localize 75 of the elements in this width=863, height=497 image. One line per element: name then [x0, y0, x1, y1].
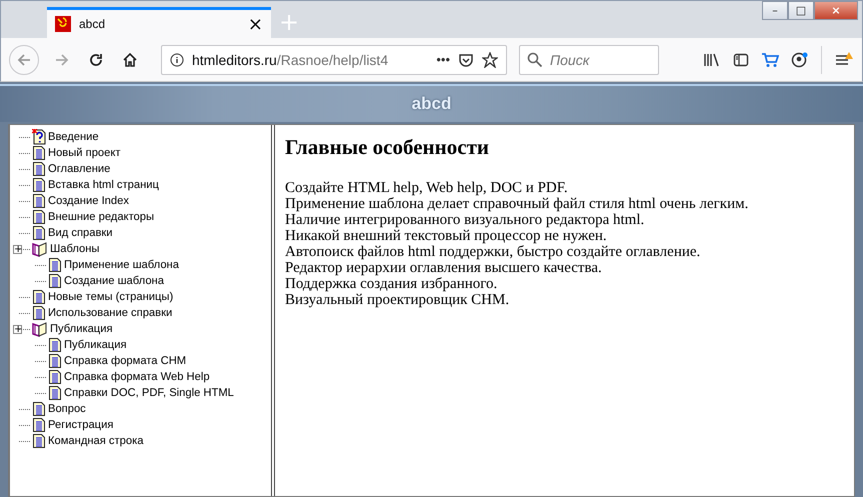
banner-title: abcd	[412, 94, 452, 114]
page-icon	[32, 401, 46, 417]
page-icon	[48, 353, 62, 369]
toc-item[interactable]: Публикация	[50, 323, 113, 335]
toc-item[interactable]: Внешние редакторы	[48, 211, 154, 223]
page-icon	[48, 337, 62, 353]
toc-item[interactable]: Регистрация	[48, 419, 114, 431]
url-text: htmleditors.ru/Rasnoe/help/list4	[192, 52, 390, 68]
feature-line: Визуальный проектировщик CHM.	[285, 292, 510, 308]
toc-item[interactable]: Шаблоны	[50, 243, 100, 255]
page-icon	[48, 385, 62, 401]
feature-line: Редактор иерархии оглавления высшего качества.	[285, 260, 603, 276]
account-icon[interactable]	[791, 52, 809, 68]
search-icon	[527, 52, 543, 68]
sidebar-icon[interactable]	[733, 52, 749, 68]
toc-item[interactable]: Использование справки	[48, 307, 172, 319]
toc-item[interactable]: Справка формата Web Help	[64, 371, 210, 383]
page-actions-button[interactable]: •••	[436, 52, 450, 67]
toc-item[interactable]: Введение	[48, 131, 99, 143]
page-icon	[32, 289, 46, 305]
page-icon	[48, 369, 62, 385]
expand-toggle[interactable]: +	[13, 244, 22, 254]
toc-item[interactable]: Публикация	[64, 339, 127, 351]
browser-tab[interactable]: abcd ×	[47, 7, 271, 38]
feature-line: Никакой внешний текстовый процессор не нужен.	[285, 228, 608, 244]
expand-toggle[interactable]: +	[13, 324, 22, 334]
toc-item[interactable]: Создание шаблона	[64, 275, 164, 287]
page-icon	[48, 273, 62, 289]
toc-item[interactable]: Оглавление	[48, 163, 110, 175]
address-bar[interactable]: htmleditors.ru/Rasnoe/help/list4 •••	[161, 44, 507, 74]
search-field[interactable]: Поиск	[519, 44, 659, 74]
book-icon	[32, 321, 48, 337]
page-icon	[32, 145, 46, 161]
page-icon	[32, 177, 46, 193]
page-icon	[32, 417, 46, 433]
page-icon	[32, 305, 46, 321]
minimize-button[interactable]: –	[762, 1, 788, 20]
toc-item[interactable]: Применение шаблона	[64, 259, 179, 271]
toc-item[interactable]: Справки DOC, PDF, Single HTML	[64, 387, 234, 399]
feature-line: Создайте HTML help, Web help, DOC и PDF.	[285, 180, 569, 196]
toc-item[interactable]: Вопрос	[48, 403, 86, 415]
feature-line: Автопоиск файлов html поддержки, быстро создайте оглавление.	[285, 244, 702, 260]
home-icon	[122, 52, 138, 68]
maximize-button[interactable]: □	[788, 1, 814, 20]
toc-item[interactable]: Новые темы (страницы)	[48, 291, 174, 303]
feature-line: Наличие интегрированного визуального редактора html.	[285, 212, 646, 228]
toc-item[interactable]: Новый проект	[48, 147, 121, 159]
toc-item[interactable]: Вставка html страниц	[48, 179, 159, 191]
close-tab-button[interactable]: ×	[248, 14, 263, 34]
page-heading: Главные особенности	[285, 135, 490, 160]
feature-line: Поддержка создания избранного.	[285, 276, 498, 292]
flag-icon	[55, 16, 71, 32]
back-arrow-icon	[16, 52, 32, 68]
toc-item[interactable]: Справка формата CHM	[64, 355, 186, 367]
toc-item[interactable]: Вид справки	[48, 227, 113, 239]
page-icon	[32, 209, 46, 225]
bookmark-star-icon[interactable]	[482, 52, 498, 68]
tab-title: abcd	[79, 17, 106, 31]
page-icon	[32, 193, 46, 209]
feature-line: Применение шаблона делает справочный файл стиля html очень легким.	[285, 196, 750, 212]
pocket-icon[interactable]	[458, 52, 474, 68]
cart-icon[interactable]	[761, 52, 779, 68]
book-icon	[32, 241, 48, 257]
back-button[interactable]	[9, 44, 39, 74]
page-icon	[32, 161, 46, 177]
page-icon	[32, 433, 46, 449]
page-icon	[32, 225, 46, 241]
page-icon	[48, 257, 62, 273]
library-icon[interactable]	[703, 52, 721, 68]
info-icon	[170, 52, 184, 66]
toc-item[interactable]: Создание Index	[48, 195, 129, 207]
toc-item[interactable]: Командная строка	[48, 435, 144, 447]
forward-arrow-icon	[54, 52, 70, 68]
reload-icon	[88, 52, 104, 68]
help-page-icon	[32, 129, 46, 145]
